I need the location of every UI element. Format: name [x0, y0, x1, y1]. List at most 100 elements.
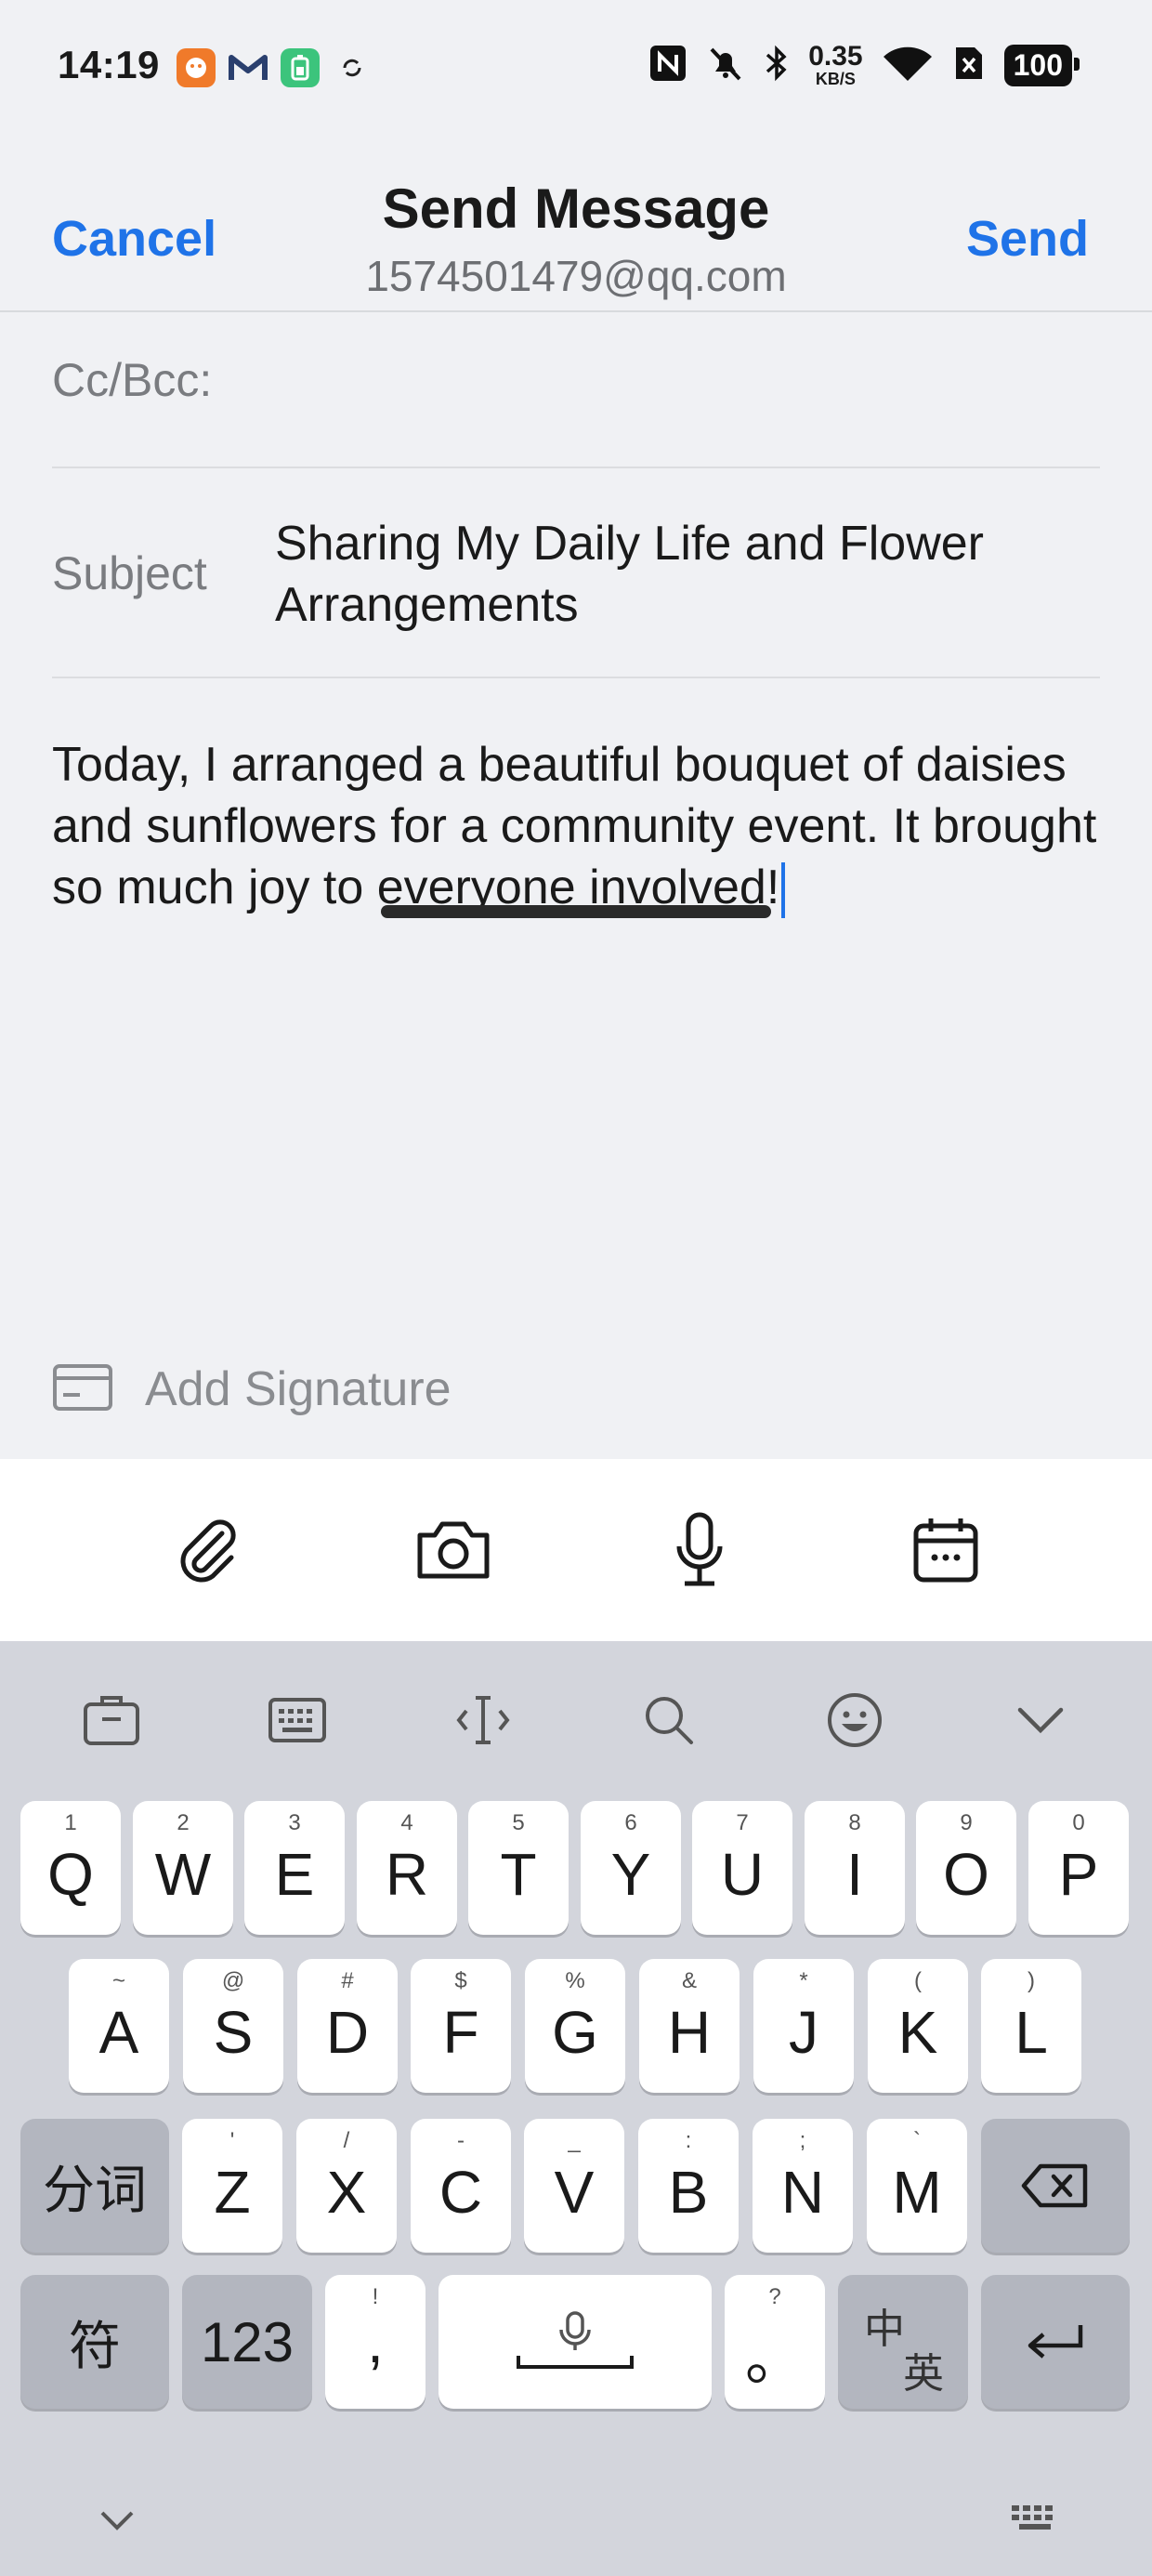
network-speed-unit: KB/S: [815, 70, 856, 88]
key-k[interactable]: (K: [868, 1959, 968, 2093]
numbers-key[interactable]: 123: [182, 2275, 312, 2409]
switch-keyboard-button[interactable]: [1003, 2492, 1068, 2548]
cc-bcc-input[interactable]: [247, 333, 1100, 435]
period-key-hint: ?: [768, 2284, 781, 2309]
comma-key-hint: !: [372, 2284, 379, 2309]
keyboard-layout-button[interactable]: [242, 1664, 353, 1776]
enter-key[interactable]: [981, 2275, 1130, 2409]
language-key-zh: 中: [864, 2307, 905, 2352]
no-sim-icon: [952, 44, 986, 87]
key-o[interactable]: 9O: [916, 1801, 1016, 1935]
key-label: C: [439, 2159, 483, 2226]
key-hint: *: [799, 1968, 808, 1993]
key-u[interactable]: 7U: [692, 1801, 792, 1935]
key-n[interactable]: ; N: [753, 2119, 853, 2253]
send-button[interactable]: Send: [966, 210, 1089, 268]
keyboard-toolbar: [0, 1641, 1152, 1799]
key-hint: 8: [848, 1810, 861, 1835]
key-label: E: [274, 1841, 315, 1908]
clipboard-button[interactable]: [56, 1664, 167, 1776]
subject-label: Subject: [52, 547, 207, 599]
cc-bcc-label: Cc/Bcc:: [52, 354, 213, 406]
message-body-text: Today, I arranged a beautiful bouquet of…: [52, 738, 1097, 914]
key-hint: ;: [799, 2128, 806, 2153]
key-hint: #: [341, 1968, 354, 1993]
cc-bcc-row[interactable]: Cc/Bcc:: [52, 314, 1100, 468]
key-hint: 5: [512, 1810, 525, 1835]
cursor-move-button[interactable]: [427, 1664, 539, 1776]
bluetooth-icon: [764, 44, 790, 87]
key-e[interactable]: 3E: [244, 1801, 345, 1935]
backspace-key[interactable]: [981, 2119, 1130, 2253]
hide-keyboard-button[interactable]: [89, 2492, 145, 2548]
subject-row[interactable]: Subject Sharing My Daily Life and Flower…: [52, 468, 1100, 678]
message-body-input[interactable]: Today, I arranged a beautiful bouquet of…: [52, 734, 1100, 1292]
camera-button[interactable]: [402, 1499, 504, 1601]
key-w[interactable]: 2W: [133, 1801, 233, 1935]
key-x[interactable]: / X: [296, 2119, 397, 2253]
period-key[interactable]: ? 。: [725, 2275, 825, 2409]
segment-key[interactable]: 分词: [20, 2119, 169, 2253]
keyboard-search-button[interactable]: [613, 1664, 725, 1776]
add-signature-button[interactable]: Add Signature: [52, 1338, 452, 1440]
key-m[interactable]: ` M: [867, 2119, 967, 2253]
key-label: W: [154, 1841, 212, 1908]
key-hint: ': [229, 2128, 235, 2153]
key-label: N: [780, 2159, 825, 2226]
keyboard-icon: [1012, 2505, 1053, 2530]
backspace-icon: [1021, 2163, 1088, 2208]
language-switch-key[interactable]: 中 英: [838, 2275, 968, 2409]
space-key[interactable]: [439, 2275, 712, 2409]
symbols-key[interactable]: 符: [20, 2275, 169, 2409]
key-f[interactable]: $ F: [411, 1959, 511, 2093]
status-bar: 14:19 0.35 KB/S 100: [0, 0, 1152, 139]
key-label: J: [789, 1999, 818, 2066]
network-speed: 0.35 KB/S: [808, 41, 863, 88]
key-q[interactable]: 1Q: [20, 1801, 121, 1935]
battery-saver-icon: [281, 48, 320, 87]
comma-key[interactable]: ! ,: [325, 2275, 425, 2409]
key-z[interactable]: ' Z: [182, 2119, 282, 2253]
key-label: H: [667, 1999, 712, 2066]
text-cursor-icon: [456, 1696, 510, 1744]
emoji-button[interactable]: [799, 1664, 910, 1776]
segment-key-label: 分词: [43, 2160, 147, 2219]
key-g[interactable]: % G: [525, 1959, 625, 2093]
app-notification-icon: [177, 48, 216, 87]
key-hint: 0: [1072, 1810, 1085, 1835]
key-y[interactable]: 6Y: [581, 1801, 681, 1935]
key-a[interactable]: ~ A: [69, 1959, 169, 2093]
key-hint: (: [914, 1968, 922, 1993]
home-indicator[interactable]: [381, 905, 771, 918]
key-v[interactable]: _ V: [524, 2119, 624, 2253]
network-speed-value: 0.35: [808, 41, 863, 72]
collapse-keyboard-button[interactable]: [985, 1664, 1096, 1776]
nfc-icon: [648, 44, 687, 87]
subject-input[interactable]: Sharing My Daily Life and Flower Arrange…: [275, 513, 1081, 636]
key-label: F: [442, 1999, 479, 2066]
key-j[interactable]: * J: [753, 1959, 854, 2093]
key-l[interactable]: ) L: [981, 1959, 1081, 2093]
key-s[interactable]: @ S: [183, 1959, 283, 2093]
search-icon: [646, 1697, 693, 1744]
chevron-down-icon: [1017, 1707, 1064, 1734]
key-label: K: [897, 1999, 938, 2066]
key-d[interactable]: # D: [297, 1959, 398, 2093]
attach-file-button[interactable]: [156, 1499, 258, 1601]
key-hint: 7: [736, 1810, 749, 1835]
microphone-icon: [676, 1512, 722, 1586]
voice-input-button[interactable]: [648, 1499, 751, 1601]
key-p[interactable]: 0P: [1028, 1801, 1129, 1935]
key-r[interactable]: 4R: [357, 1801, 457, 1935]
schedule-button[interactable]: [895, 1499, 997, 1601]
key-h[interactable]: & H: [639, 1959, 740, 2093]
key-i[interactable]: 8I: [805, 1801, 905, 1935]
key-c[interactable]: -C: [411, 2119, 511, 2253]
key-hint: 9: [960, 1810, 973, 1835]
key-label: P: [1058, 1841, 1099, 1908]
battery-indicator: 100: [1003, 44, 1080, 86]
camera-icon: [417, 1521, 489, 1579]
key-b[interactable]: :B: [638, 2119, 739, 2253]
key-t[interactable]: 5T: [468, 1801, 569, 1935]
mail-app-icon: [229, 48, 268, 87]
